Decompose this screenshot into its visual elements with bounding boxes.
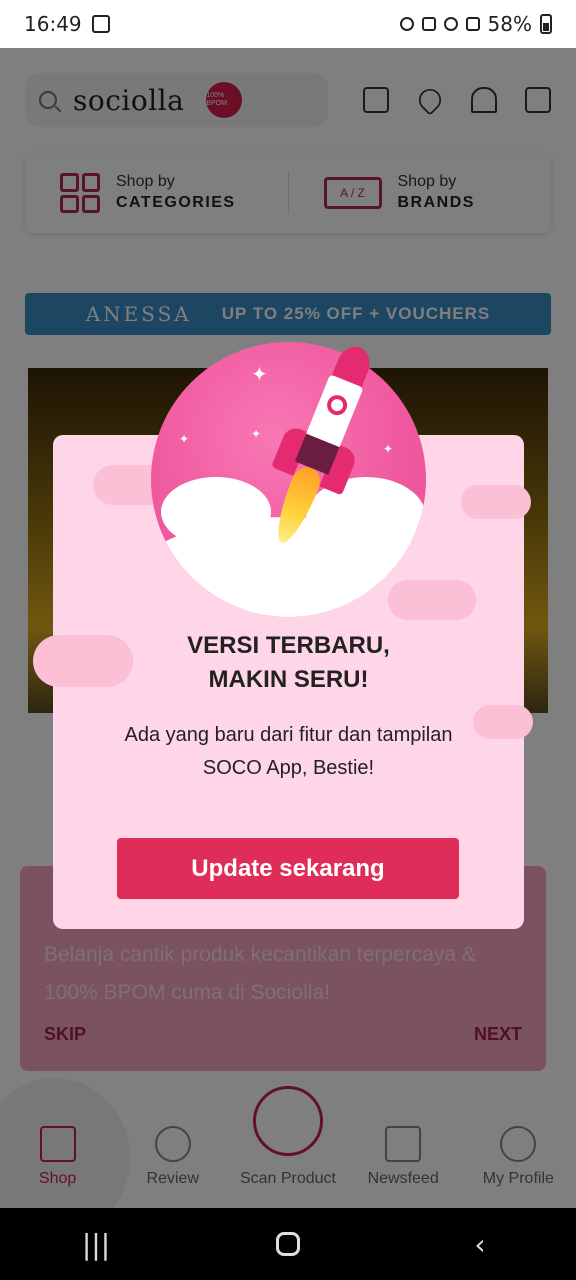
- sparkle-icon: ✦: [179, 432, 190, 446]
- home-button[interactable]: [258, 1232, 318, 1256]
- signal-icon: [465, 17, 480, 31]
- battery-icon: [540, 14, 552, 34]
- status-time: 16:49: [24, 12, 82, 36]
- sparkle-icon: ✦: [383, 442, 394, 456]
- update-now-button[interactable]: Update sekarang: [117, 838, 459, 899]
- update-modal: ✦ ✦ ✦ ✦ ✦ ✦ VERSI TERBARU, MAKIN SERU! A…: [33, 341, 533, 929]
- sparkle-icon: ✦: [193, 487, 210, 511]
- alarm-icon: [399, 17, 414, 31]
- sparkle-icon: ✦: [251, 427, 262, 441]
- modal-description: Ada yang baru dari fitur dan tampilan SO…: [124, 724, 453, 779]
- status-bar: 16:49 58%: [0, 0, 576, 48]
- sparkle-icon: ✦: [251, 362, 268, 386]
- home-icon: [276, 1232, 300, 1256]
- battery-percent: 58%: [487, 12, 532, 36]
- gallery-icon: [91, 15, 110, 33]
- back-icon[interactable]: ‹: [450, 1228, 510, 1261]
- sparkle-icon: ✦: [339, 514, 356, 538]
- recent-apps-icon[interactable]: |||: [66, 1228, 126, 1261]
- cloud-decoration: [461, 485, 531, 519]
- modal-title: VERSI TERBARU, MAKIN SERU!: [187, 632, 390, 693]
- mute-icon: [421, 17, 436, 31]
- system-nav-bar: ||| ‹: [0, 1208, 576, 1280]
- wifi-icon: [443, 17, 458, 31]
